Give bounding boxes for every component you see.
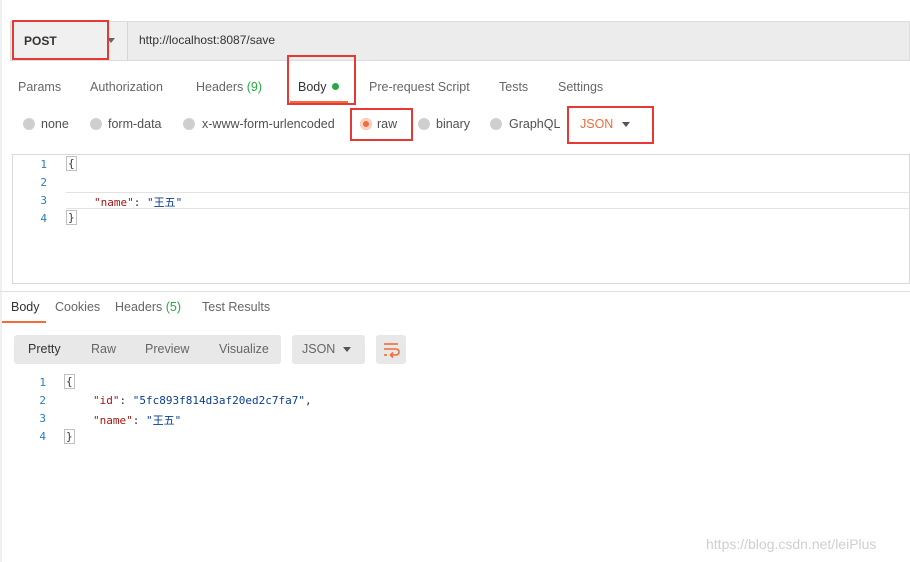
response-headers-label: Headers	[115, 300, 163, 314]
code-line: "name": "王五"	[93, 412, 181, 428]
response-tab-body[interactable]: Body	[11, 300, 40, 314]
radio-icon[interactable]	[183, 118, 195, 130]
url-input[interactable]: http://localhost:8087/save	[139, 33, 275, 47]
json-key: "name"	[94, 196, 134, 209]
wrap-lines-button[interactable]	[376, 335, 406, 364]
highlight-json	[567, 106, 654, 144]
format-raw[interactable]: Raw	[91, 342, 116, 356]
response-divider	[0, 291, 910, 292]
json-key: "id"	[93, 394, 120, 407]
wrap-lines-icon	[384, 343, 400, 359]
mode-form-data[interactable]: form-data	[108, 117, 162, 131]
brace-open: {	[66, 156, 77, 171]
highlight-raw	[350, 108, 413, 141]
mode-binary[interactable]: binary	[436, 117, 470, 131]
window-edge	[0, 0, 2, 562]
line-number: 2	[40, 176, 47, 189]
line-number: 4	[39, 430, 46, 443]
highlight-body-tab	[287, 55, 356, 105]
current-line-highlight	[66, 192, 910, 209]
radio-icon[interactable]	[490, 118, 502, 130]
mode-urlencoded[interactable]: x-www-form-urlencoded	[202, 117, 335, 131]
code-line: }	[66, 210, 77, 225]
radio-icon[interactable]	[418, 118, 430, 130]
response-tab-test-results[interactable]: Test Results	[202, 300, 270, 314]
tab-authorization[interactable]: Authorization	[90, 80, 163, 94]
response-tab-cookies[interactable]: Cookies	[55, 300, 100, 314]
line-number: 1	[39, 376, 46, 389]
tab-tests[interactable]: Tests	[499, 80, 528, 94]
headers-count: (9)	[246, 80, 263, 94]
response-headers-count: (5)	[165, 300, 182, 314]
radio-icon[interactable]	[90, 118, 102, 130]
mode-graphql[interactable]: GraphQL	[509, 117, 560, 131]
format-preview[interactable]: Preview	[145, 342, 189, 356]
json-key: "name"	[93, 414, 133, 427]
line-number: 3	[39, 412, 46, 425]
brace-close: }	[66, 210, 77, 225]
json-value: "王五"	[147, 196, 183, 209]
code-line: }	[64, 429, 75, 444]
json-colon: :	[132, 414, 146, 427]
response-type-label: JSON	[302, 342, 336, 356]
mode-none[interactable]: none	[41, 117, 69, 131]
code-line: "name": "王五"	[94, 194, 182, 210]
brace-close: }	[64, 429, 75, 444]
line-number: 1	[40, 158, 47, 171]
json-value: "王五"	[146, 414, 182, 427]
format-pretty[interactable]: Pretty	[28, 342, 61, 356]
code-line: "id": "5fc893f814d3af20ed2c7fa7",	[93, 394, 312, 407]
brace-open: {	[64, 374, 75, 389]
radio-icon[interactable]	[23, 118, 35, 130]
line-number: 4	[40, 212, 47, 225]
code-line: {	[66, 156, 77, 171]
tab-params[interactable]: Params	[18, 80, 61, 94]
response-tab-headers[interactable]: Headers (5)	[115, 300, 181, 314]
chevron-down-icon	[343, 347, 351, 352]
tab-settings[interactable]: Settings	[558, 80, 603, 94]
request-body-editor[interactable]	[12, 154, 910, 284]
response-tab-underline	[2, 321, 46, 323]
json-comma: ,	[304, 394, 312, 407]
code-line: {	[64, 374, 75, 389]
watermark: https://blog.csdn.net/leiPlus	[706, 536, 877, 552]
highlight-method	[12, 20, 109, 60]
json-value: "5fc893f814d3af20ed2c7fa7"	[132, 394, 305, 407]
format-visualize[interactable]: Visualize	[219, 342, 269, 356]
line-number: 3	[40, 194, 47, 207]
tab-headers-label: Headers	[196, 80, 244, 94]
json-colon: :	[133, 196, 147, 209]
line-number: 2	[39, 394, 46, 407]
tab-prerequest-script[interactable]: Pre-request Script	[369, 80, 470, 94]
tab-headers[interactable]: Headers (9)	[196, 80, 262, 94]
json-colon: :	[119, 394, 133, 407]
